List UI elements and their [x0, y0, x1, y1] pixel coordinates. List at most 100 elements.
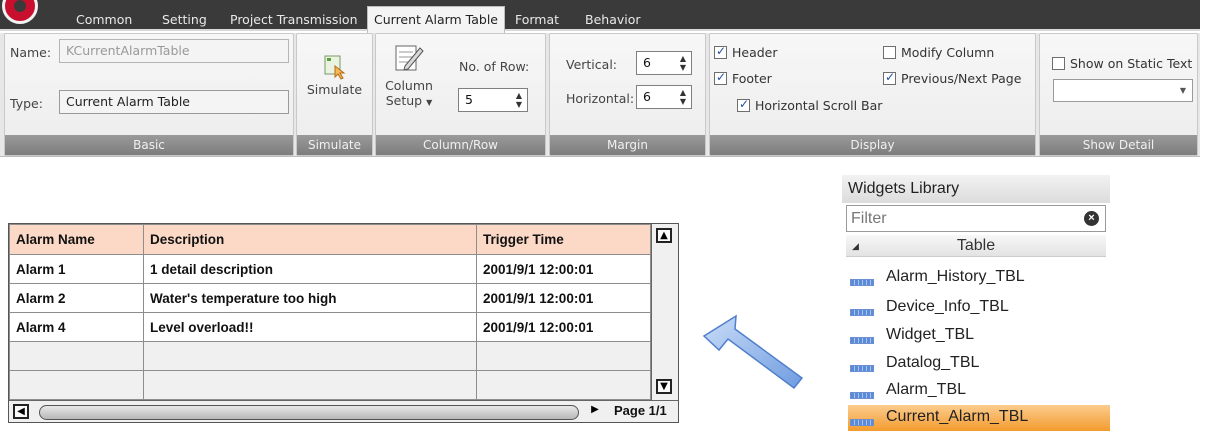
group-margin-label: Margin [550, 135, 705, 155]
prev-next-checkbox-label: Previous/Next Page [901, 71, 1022, 86]
footer-checkbox[interactable]: Footer [714, 70, 772, 86]
column-setup-label-1: Column [385, 78, 433, 93]
tab-setting[interactable]: Setting [162, 8, 207, 31]
cell-trigger-time [476, 341, 651, 371]
table-row[interactable]: Alarm 1 1 detail description 2001/9/1 12… [9, 254, 651, 284]
group-display: Header Footer Horizontal Scroll Bar Modi… [709, 33, 1036, 156]
show-static-text-checkbox[interactable]: Show on Static Text [1052, 56, 1192, 71]
current-alarm-table-widget[interactable]: Alarm Name Description Trigger Time Alar… [8, 223, 679, 423]
group-column-row: Column Setup ▼ No. of Row: 5 ▲ ▼ Column/R… [375, 33, 546, 156]
cell-alarm-name: Alarm 4 [9, 312, 144, 342]
checkbox-checked-icon [714, 44, 727, 59]
tab-behavior[interactable]: Behavior [585, 8, 641, 31]
table-widget-icon [850, 309, 874, 316]
alarm-table: Alarm Name Description Trigger Time Alar… [9, 224, 651, 400]
simulate-button[interactable]: Simulate [297, 40, 372, 110]
group-basic-label: Basic [5, 135, 293, 155]
checkbox-checked-icon [737, 97, 750, 112]
ribbon-toolbar: Common Setting Project Transmission Curr… [0, 0, 1211, 158]
table-row[interactable]: Alarm 4 Level overload!! 2001/9/1 12:00:… [9, 312, 651, 342]
table-row-empty [9, 341, 651, 371]
scroll-left-icon[interactable]: ◀ [13, 404, 29, 419]
group-show-detail-label: Show Detail [1040, 135, 1197, 155]
library-item-label: Datalog_TBL [886, 354, 980, 371]
table-header-row: Alarm Name Description Trigger Time [9, 224, 651, 255]
horizontal-margin-stepper[interactable]: 6 ▲ ▼ [636, 85, 692, 109]
show-detail-dropdown[interactable]: ▼ [1053, 79, 1193, 102]
checkbox-unchecked-icon [883, 46, 896, 59]
checkbox-checked-icon [883, 70, 896, 85]
header-checkbox-label: Header [732, 45, 778, 60]
name-field[interactable]: KCurrentAlarmTable [59, 39, 289, 63]
group-simulate-label: Simulate [297, 135, 372, 155]
rows-value: 5 [465, 92, 473, 107]
cell-description [143, 341, 477, 371]
spin-arrows-icon[interactable]: ▲ ▼ [678, 88, 688, 106]
spin-arrows-icon[interactable]: ▲ ▼ [514, 91, 524, 109]
cell-description: 1 detail description [143, 254, 477, 284]
cell-description [143, 370, 477, 400]
cell-trigger-time [476, 370, 651, 400]
table-widget-icon [850, 365, 874, 372]
tab-format[interactable]: Format [515, 8, 559, 31]
chevron-down-icon: ▼ [426, 98, 433, 107]
horizontal-margin-value: 6 [643, 89, 651, 104]
table-widget-icon [850, 337, 874, 344]
hscroll-checkbox[interactable]: Horizontal Scroll Bar [737, 97, 882, 113]
group-basic: Name: KCurrentAlarmTable Type: Current A… [4, 33, 294, 156]
spin-arrows-icon[interactable]: ▲ ▼ [678, 54, 688, 72]
scroll-up-icon[interactable]: ▲ [656, 228, 672, 243]
pointing-arrow-icon [702, 314, 804, 390]
library-item-label: Widget_TBL [886, 326, 975, 343]
tab-common[interactable]: Common [76, 8, 132, 31]
prev-next-checkbox[interactable]: Previous/Next Page [883, 70, 1022, 86]
table-row-empty [9, 370, 651, 400]
library-item-current-alarm-tbl[interactable]: Current_Alarm_TBL [848, 405, 1110, 431]
vertical-margin-label: Vertical: [566, 57, 618, 72]
table-footer: ◀ ▶ Page 1/1 [9, 400, 678, 422]
tab-project-transmission[interactable]: Project Transmission [230, 8, 358, 31]
horizontal-margin-label: Horizontal: [566, 91, 635, 106]
next-page-icon[interactable]: ▶ [587, 404, 603, 419]
scroll-down-icon[interactable]: ▼ [656, 379, 672, 394]
library-item-label: Alarm_History_TBL [886, 268, 1025, 285]
widgets-library-panel: Widgets Library Filter × ◢ Table Alarm_H… [842, 175, 1110, 431]
vertical-margin-stepper[interactable]: 6 ▲ ▼ [636, 51, 692, 75]
footer-checkbox-label: Footer [732, 71, 772, 86]
tab-current-alarm-table[interactable]: Current Alarm Table [367, 6, 505, 33]
collapse-triangle-icon[interactable]: ◢ [852, 235, 859, 257]
column-setup-label-2: Setup [385, 93, 423, 108]
modify-column-checkbox-label: Modify Column [901, 45, 995, 60]
widgets-library-title: Widgets Library [842, 175, 1110, 203]
table-widget-icon [850, 279, 874, 286]
name-label: Name: [10, 45, 52, 60]
column-setup-button[interactable]: Column Setup ▼ [381, 38, 437, 123]
library-item-label: Device_Info_TBL [886, 298, 1009, 315]
column-setup-icon [395, 45, 424, 71]
cell-alarm-name: Alarm 1 [9, 254, 144, 284]
column-header-alarm-name: Alarm Name [9, 224, 144, 255]
type-label: Type: [10, 96, 43, 111]
cell-trigger-time: 2001/9/1 12:00:01 [476, 254, 651, 284]
header-checkbox[interactable]: Header [714, 44, 778, 60]
ribbon-tab-bar: Common Setting Project Transmission Curr… [0, 0, 1200, 33]
cell-trigger-time: 2001/9/1 12:00:01 [476, 283, 651, 313]
modify-column-checkbox[interactable]: Modify Column [883, 45, 994, 60]
clear-filter-icon[interactable]: × [1084, 211, 1099, 226]
group-margin: Vertical: 6 ▲ ▼ Horizontal: 6 ▲ ▼ Margin [549, 33, 706, 156]
cell-alarm-name [9, 370, 144, 400]
simulate-icon [324, 55, 345, 80]
app-logo-icon[interactable] [2, 0, 38, 24]
group-column-row-label: Column/Row [376, 135, 545, 155]
table-row[interactable]: Alarm 2 Water's temperature too high 200… [9, 283, 651, 313]
filter-input[interactable]: Filter × [846, 205, 1106, 232]
page-indicator: Page 1/1 [614, 403, 667, 418]
vertical-scrollbar[interactable]: ▲ ▼ [651, 224, 678, 400]
rows-label: No. of Row: [459, 59, 530, 74]
cell-trigger-time: 2001/9/1 12:00:01 [476, 312, 651, 342]
category-header-table[interactable]: ◢ Table [846, 235, 1106, 257]
horizontal-scrollbar-thumb[interactable] [39, 405, 579, 420]
rows-stepper[interactable]: 5 ▲ ▼ [458, 88, 528, 112]
type-field: Current Alarm Table [59, 90, 289, 114]
column-header-description: Description [143, 224, 477, 255]
